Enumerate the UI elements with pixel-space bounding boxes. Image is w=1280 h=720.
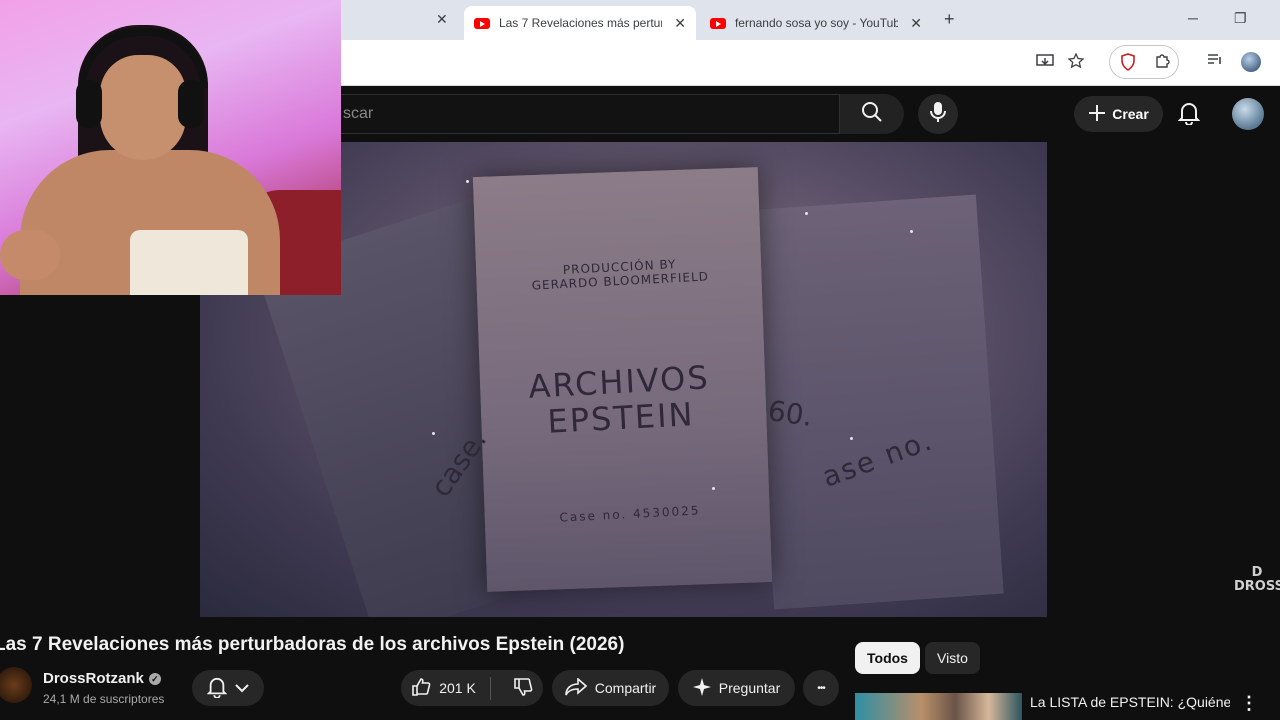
headphones-band	[78, 28, 208, 88]
suggestion-menu-icon[interactable]: ⋮	[1240, 694, 1258, 712]
search-button[interactable]	[840, 94, 904, 134]
streamer-top	[130, 230, 248, 295]
close-tab-icon[interactable]: ✕	[436, 11, 448, 28]
install-app-icon[interactable]	[1036, 53, 1054, 74]
profile-avatar[interactable]	[1241, 52, 1261, 72]
youtube-favicon-icon	[474, 17, 490, 29]
sparkle-icon	[692, 677, 711, 699]
channel-name[interactable]: DrossRotzank ✓	[43, 670, 161, 687]
dislike-button[interactable]	[499, 677, 533, 700]
share-label: Compartir	[594, 680, 657, 696]
voice-search-button[interactable]	[918, 94, 958, 134]
verified-icon: ✓	[148, 672, 161, 685]
notifications-button[interactable]	[192, 670, 264, 706]
share-icon	[564, 676, 587, 699]
close-tab-icon[interactable]: ✕	[910, 15, 922, 32]
webcam-overlay	[0, 0, 341, 295]
channel-name-text: DrossRotzank	[43, 670, 144, 687]
dust-particle	[712, 487, 715, 490]
extension-shield-icon[interactable]	[1120, 53, 1136, 76]
bell-icon	[206, 676, 228, 701]
mic-icon	[930, 101, 946, 128]
close-tab-icon[interactable]: ✕	[674, 15, 686, 32]
search-input[interactable]: scar	[330, 94, 840, 134]
chip-visto[interactable]: Visto	[925, 642, 980, 674]
like-dislike-group: 201 K	[401, 670, 543, 706]
more-actions-button[interactable]: •••	[803, 670, 839, 706]
dust-particle	[850, 437, 853, 440]
chevron-down-icon	[235, 680, 249, 696]
video-title-text: ARCHIVOS EPSTEIN	[527, 358, 711, 441]
thumbs-down-icon	[513, 677, 533, 700]
like-count: 201 K	[439, 680, 476, 696]
media-controls-icon[interactable]	[1207, 53, 1223, 72]
headphone-ear	[178, 80, 204, 128]
suggestion-title[interactable]: La LISTA de EPSTEIN: ¿Quiénes	[1030, 694, 1230, 710]
omnibox[interactable]	[342, 46, 1102, 80]
suggestion-thumbnail[interactable]	[855, 693, 1022, 720]
minimize-icon[interactable]: ─	[1188, 10, 1198, 26]
bookmark-star-icon[interactable]	[1067, 52, 1085, 74]
plus-icon	[1088, 104, 1106, 125]
share-button[interactable]: Compartir	[552, 670, 669, 706]
user-avatar[interactable]	[1232, 98, 1264, 130]
headphone-ear	[76, 80, 102, 128]
extensions-group	[1109, 45, 1179, 79]
subscriber-count: 24,1 M de suscriptores	[43, 692, 165, 706]
dross-watermark: D DROSS	[1234, 565, 1280, 594]
new-tab-button[interactable]: +	[944, 9, 955, 30]
tab-title: Las 7 Revelaciones más perturb	[498, 16, 663, 30]
search-icon	[861, 101, 883, 128]
ask-label: Preguntar	[718, 680, 781, 696]
video-title: Las 7 Revelaciones más perturbadoras de …	[0, 634, 625, 655]
dust-particle	[805, 212, 808, 215]
dust-particle	[910, 230, 913, 233]
chip-todos[interactable]: Todos	[855, 642, 920, 674]
browser-tab[interactable]: fernando sosa yo soy - YouTube ✕	[700, 6, 932, 40]
number-text: 60.	[765, 394, 815, 433]
like-button[interactable]: 201 K	[411, 676, 491, 700]
thumbs-up-icon	[411, 677, 431, 700]
browser-tab-active[interactable]: Las 7 Revelaciones más perturb ✕	[464, 6, 696, 40]
create-label: Crear	[1112, 106, 1149, 122]
ask-button[interactable]: Preguntar	[678, 670, 795, 706]
dust-particle	[466, 180, 469, 183]
dust-particle	[432, 432, 435, 435]
streamer-arm	[0, 230, 60, 280]
restore-icon[interactable]: ❐	[1234, 10, 1247, 27]
bell-icon[interactable]	[1177, 101, 1201, 130]
tab-title: fernando sosa yo soy - YouTube	[734, 16, 899, 30]
extensions-puzzle-icon[interactable]	[1154, 53, 1170, 74]
youtube-favicon-icon	[710, 17, 726, 29]
create-button[interactable]: Crear	[1074, 96, 1163, 132]
